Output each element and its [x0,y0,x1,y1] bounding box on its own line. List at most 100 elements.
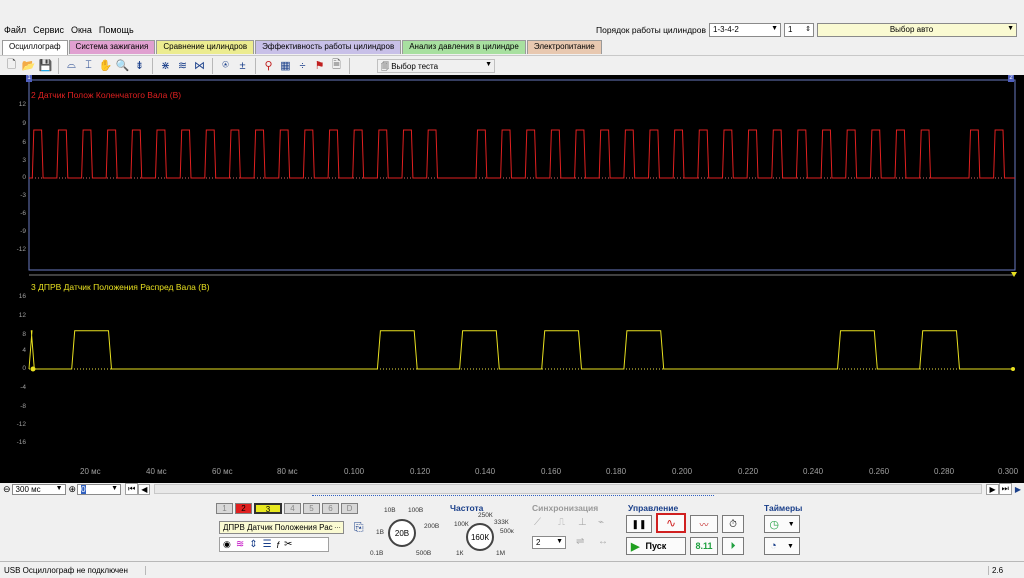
frequency-knob[interactable]: 160К [466,523,494,551]
tab-ignition[interactable]: Система зажигания [68,40,156,54]
menu-service[interactable]: Сервис [29,25,67,35]
ch3-zero-marker[interactable] [30,366,36,372]
probe-icon[interactable]: ⍟ [218,58,233,73]
ch3-tick: 8 [22,331,26,338]
wave-icon[interactable]: ≋ [175,58,190,73]
function-icon[interactable]: f [277,540,280,550]
vertical-arrows-icon[interactable]: ⇕ [249,539,257,550]
trigger-icon[interactable]: ⇟ [132,58,147,73]
channel-4-button[interactable]: 4 [284,503,301,514]
auto-button[interactable]: ⏱ [722,515,744,533]
filter-icon[interactable]: ⋇ [158,58,173,73]
time-scrollbar-track[interactable] [154,484,983,494]
wave-icon[interactable]: ≋ [236,539,244,550]
menu-file[interactable]: Файл [0,25,29,35]
noise-mode-button[interactable]: 〰 [690,515,718,533]
sine-mode-button[interactable]: ∿ [656,513,686,533]
channel-name-select[interactable]: ДПРВ Датчик Положения Рас… [219,521,344,534]
cyl-number-spinner[interactable]: 1 ⇕ [784,23,815,37]
channel-6-button[interactable]: 6 [322,503,339,514]
ch2-tick: -6 [20,210,26,217]
probe-settings-icon[interactable]: ⎘ [354,520,364,535]
channel-5-button[interactable]: 5 [303,503,320,514]
oscilloscope-display[interactable]: 2 Датчик Полож Коленчатого Вала (В) 3 ДП… [0,75,1024,483]
x-tick: 0.160 [541,467,562,476]
scroll-start-icon[interactable]: ⏮ [125,483,139,495]
scroll-right-icon[interactable]: ▶ [986,483,999,495]
sync-level-icon[interactable]: ⇌ [576,536,584,547]
chevron-down-icon: ▼ [787,520,795,528]
auto-select-dropdown[interactable]: Выбор авто ▼ [817,23,1018,37]
sync-falling-icon[interactable]: ⊥ [578,517,587,528]
sync-front-icon[interactable]: ⎍ [558,517,565,528]
auto-record-button[interactable]: ⏵ [722,537,744,555]
new-file-icon[interactable]: 🗋 [4,58,19,73]
chevron-down-icon: ▼ [111,484,119,492]
cyl-order-label: Порядок работы цилиндров [596,25,707,35]
volts-label: 200В [424,523,440,530]
sync-pulse-icon[interactable]: ⌁ [598,517,604,528]
overlay-icon[interactable]: ⋈ [192,58,207,73]
control-group: Управление ❚❚ ∿ 〰 ⏱ ▶ Пуск 8.11 ⏵ [624,495,754,561]
time-scroll-bar: ⊖ 300 мс ▼ ⊕ 0 ▼ ⏮ ◀ ▶ ⏭ ▶ [0,483,1024,495]
play-icon[interactable]: ▶ [1015,485,1021,494]
lines-icon[interactable]: ☰ [263,539,272,550]
channel-2-button[interactable]: 2 [235,503,252,514]
divider-icon[interactable]: ÷ [295,58,310,73]
timebase-select[interactable]: 300 мс ▼ [11,483,66,495]
version-button[interactable]: 8.11 [690,537,718,555]
zoom-select[interactable]: 0 ▼ [77,483,122,495]
marker-2[interactable]: 2 [1008,75,1014,82]
channel-d-button[interactable]: D [341,503,358,514]
channel-3-button[interactable]: 3 [254,503,282,514]
ch2-tick: 3 [22,157,26,164]
chevron-down-icon: ▼ [485,60,492,68]
zoom-plus-icon[interactable]: ⊕ [69,484,77,495]
scroll-left-icon[interactable]: ◀ [138,483,151,495]
timebase-minus-icon[interactable]: ⊖ [3,484,11,495]
zoom-icon[interactable]: 🔍 [115,58,130,73]
tab-cylinder-compare[interactable]: Сравнение цилиндров [156,40,255,54]
sine-wave-icon: ∿ [665,516,677,530]
open-folder-icon[interactable]: 📂 [21,58,36,73]
tab-pressure-analysis[interactable]: Анализ давления в цилиндре [402,40,526,54]
x-tick: 0.200 [672,467,693,476]
toolbar-separator [58,57,59,74]
eye-icon[interactable]: ◉ [223,539,231,550]
hand-icon[interactable]: ✋ [98,58,113,73]
ch3-right-marker[interactable] [1011,367,1015,371]
play-icon: ▶ [631,540,640,553]
save-icon[interactable]: 💾 [38,58,53,73]
timer-1-button[interactable]: ◷ ▼ [764,515,800,533]
sync-horizontal-icon[interactable]: ↔ [598,536,608,547]
scroll-end-icon[interactable]: ⏭ [998,483,1012,495]
grid-icon[interactable]: ▦ [278,58,293,73]
tab-oscilloscope[interactable]: Осциллограф [2,40,68,55]
cursor-icon[interactable]: ⌓ [64,58,79,73]
waveform-canvas [28,79,1017,372]
sync-rising-icon[interactable]: ⟋ [534,517,541,528]
cyl-order-select[interactable]: 1-3-4-2 ▼ [709,23,782,37]
channel-1-button[interactable]: 1 [216,503,233,514]
filter-red-icon[interactable]: ⚲ [261,58,276,73]
test-select-dropdown[interactable]: 🗐 Выбор теста ▼ [377,58,495,73]
measure-icon[interactable]: ⌶ [81,58,96,73]
document-icon[interactable]: 🗎 [329,58,344,73]
ch3-waveform [28,330,1015,370]
timer-2-button[interactable]: ◔ ▼ [764,537,800,555]
marker-1[interactable]: 1 [26,75,32,82]
toolbar-separator [255,57,256,74]
flag-icon[interactable]: ⚑ [312,58,327,73]
pause-button[interactable]: ❚❚ [626,515,652,533]
x-tick: 0.120 [410,467,431,476]
scissors-icon[interactable]: ✂ [284,539,292,550]
start-button[interactable]: ▶ Пуск [626,537,686,555]
channel-group: 1 2 3 4 5 6 D ДПРВ Датчик Положения Рас…… [216,503,376,559]
sync-channel-select[interactable]: 2 ▼ [532,536,566,549]
tab-cylinder-efficiency[interactable]: Эффективность работы цилиндров [255,40,402,54]
menu-help[interactable]: Помощь [95,25,137,35]
tab-power-supply[interactable]: Электропитание [526,40,602,54]
menu-windows[interactable]: Окна [67,25,95,35]
volts-knob[interactable]: 20В [388,519,416,547]
zero-icon[interactable]: ± [235,58,250,73]
